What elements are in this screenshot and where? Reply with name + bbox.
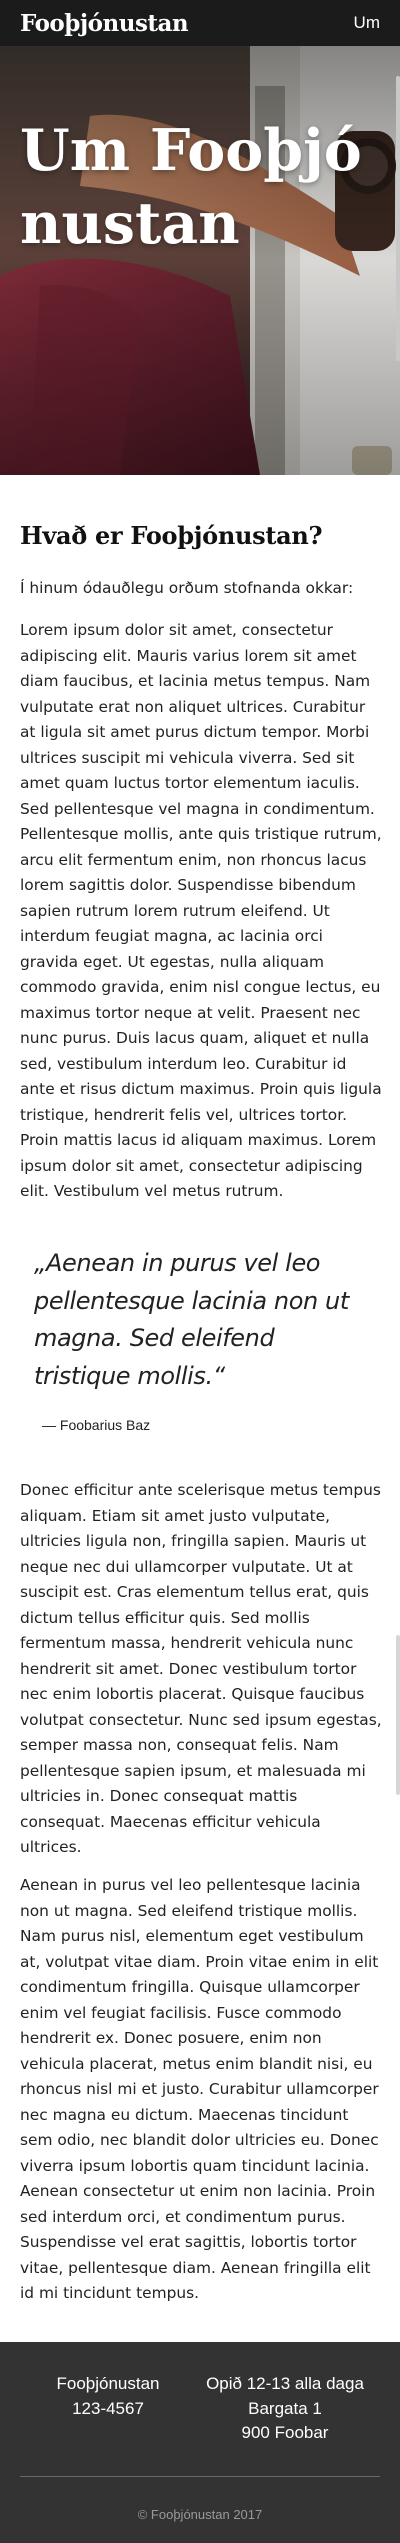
copyright-text: © Fooþjónustan 2017 <box>137 2507 263 2522</box>
body-paragraph-3: Aenean in purus vel leo pellentesque lac… <box>20 1876 379 2302</box>
footer-contact: Fooþjónustan 123-4567 <box>23 2372 193 2421</box>
hero-title: Um Fooþjónustan <box>20 117 362 257</box>
footer-hours: Opið 12-13 alla daga <box>206 2374 364 2393</box>
top-nav-bar: Fooþjónustan Um <box>0 0 400 46</box>
footer-address: Opið 12-13 alla daga Bargata 1 900 Fooba… <box>200 2372 370 2446</box>
section-heading: Hvað er Fooþjónustan? <box>20 521 323 550</box>
footer-street: Bargata 1 <box>248 2398 322 2418</box>
scrollbar-thumb[interactable] <box>396 76 400 361</box>
footer-company-name: Fooþjónustan <box>56 2374 160 2393</box>
footer-postal: 900 Foobar <box>241 2423 329 2442</box>
intro-text: Í hinum ódauðlegu orðum stofnanda okkar: <box>20 579 354 597</box>
pull-quote: „Aenean in purus vel leo pellentesque la… <box>34 1249 349 1390</box>
hero-banner: Um Fooþjónustan <box>0 46 400 475</box>
nav-link-um[interactable]: Um <box>354 13 380 33</box>
site-footer: Fooþjónustan 123-4567 Opið 12-13 alla da… <box>0 2342 400 2543</box>
body-paragraph-1: Lorem ipsum dolor sit amet, consectetur … <box>20 621 382 1200</box>
quote-author: — Foobarius Baz <box>42 1417 151 1433</box>
scrollbar-thumb-lower[interactable] <box>396 1635 400 1795</box>
brand-logo[interactable]: Fooþjónustan <box>20 10 189 37</box>
footer-phone[interactable]: 123-4567 <box>23 2397 193 2422</box>
body-paragraph-2: Donec efficitur ante scelerisque metus t… <box>20 1481 382 1856</box>
hero-background-image <box>0 46 400 475</box>
footer-divider <box>20 2476 380 2477</box>
